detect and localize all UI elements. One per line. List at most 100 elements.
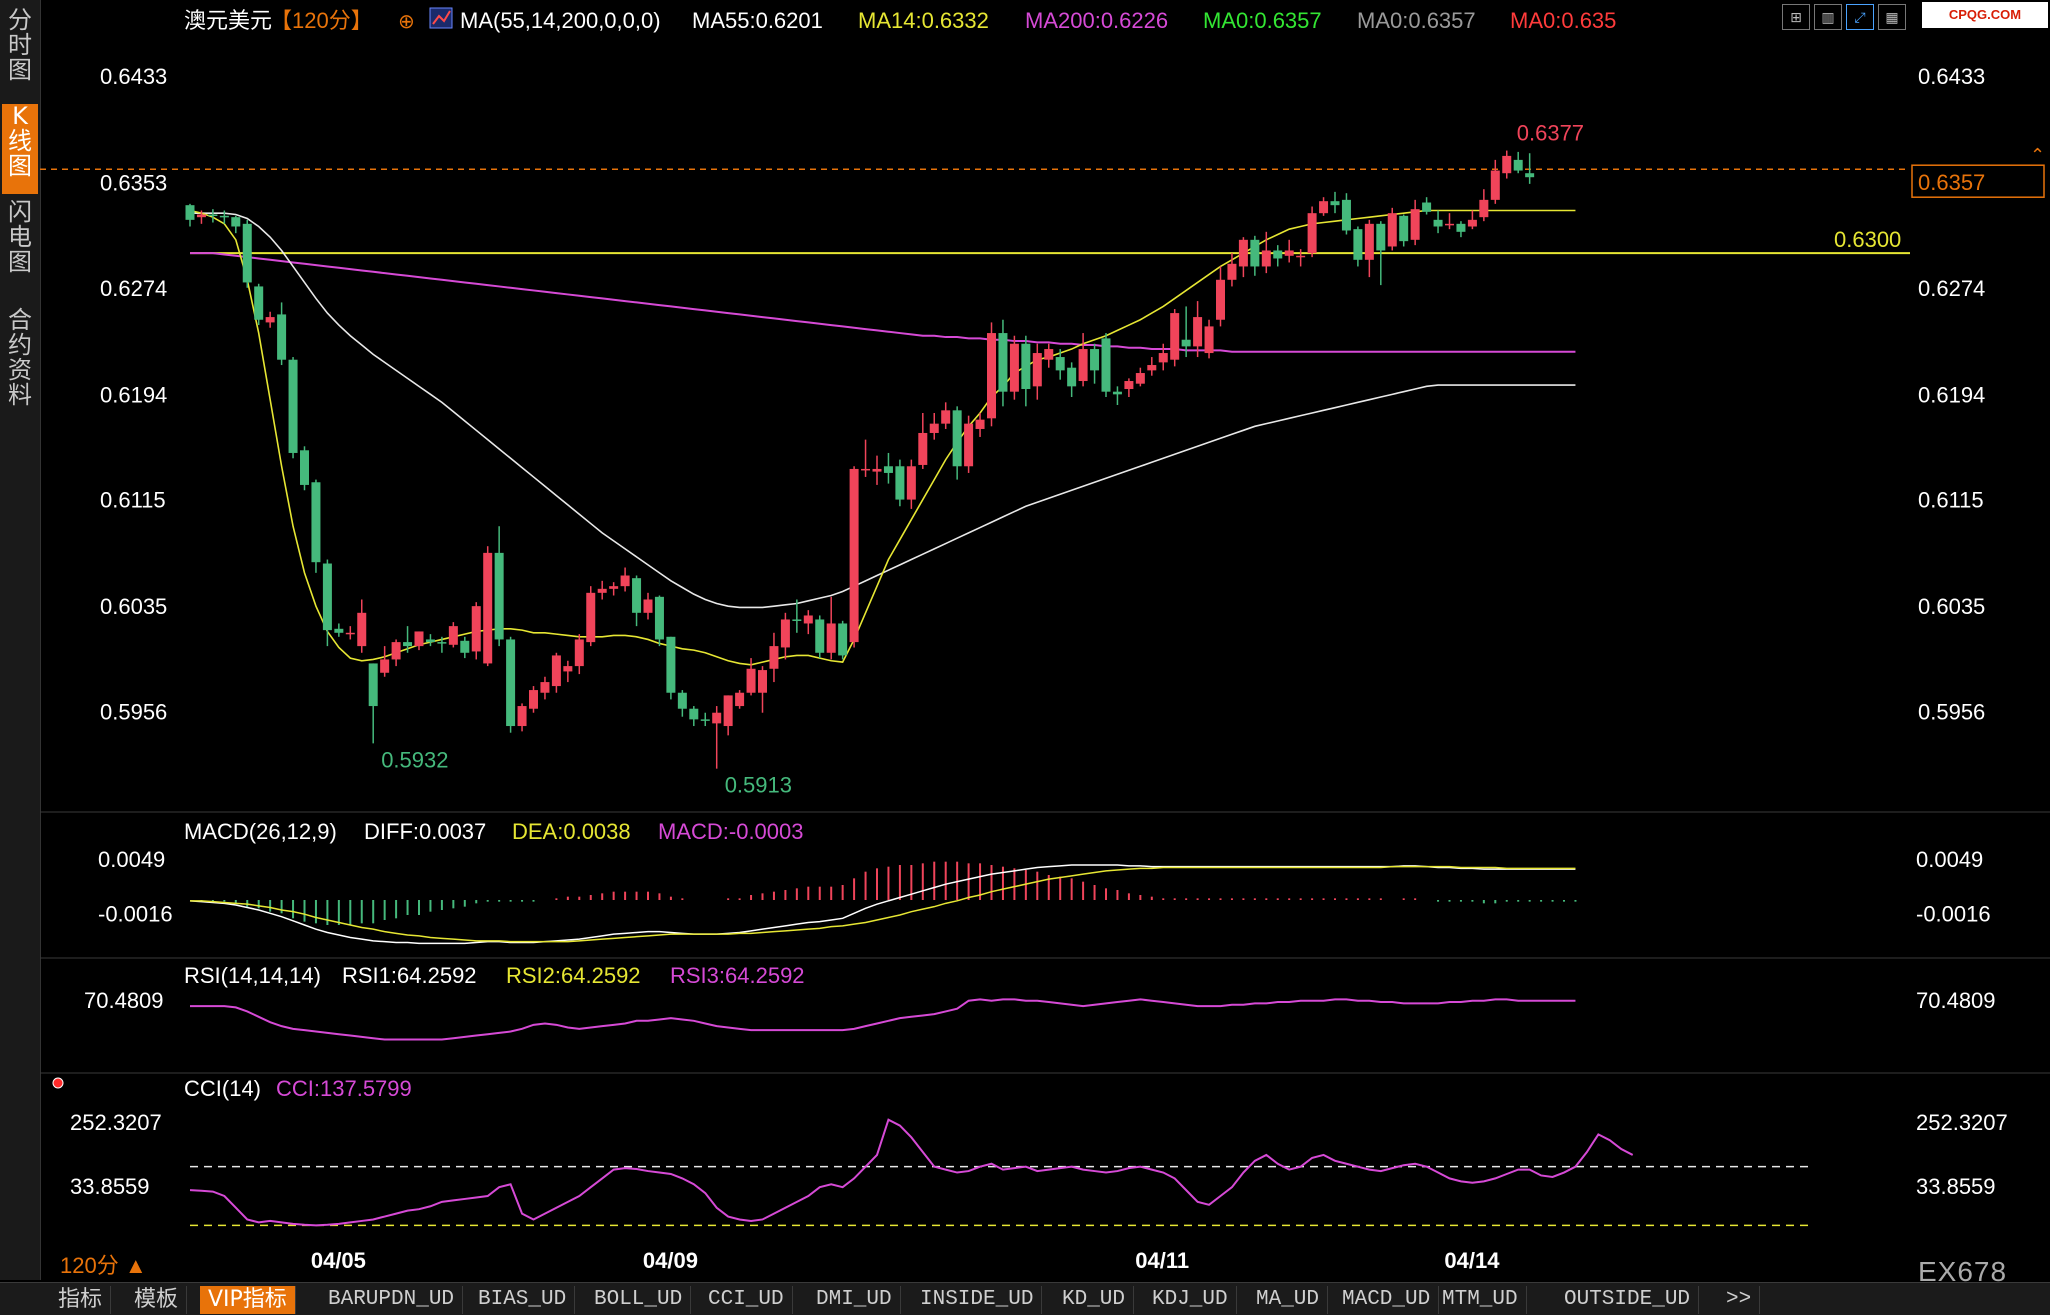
candle-body [1181,339,1191,347]
macd-hist-value: MACD:-0.0003 [658,819,804,844]
macd-tick-left: -0.0016 [98,901,173,926]
candle-body [1341,199,1351,231]
candle-body [288,359,298,453]
price-y-axis-right: 0.64330.63530.62740.61940.61150.60350.59… [1918,64,1985,724]
indicator-tab[interactable]: KDJ_UD [1144,1286,1237,1314]
macd-histogram [200,861,1577,925]
candle-body [391,642,401,660]
macd-y-axis-right: 0.0049 -0.0016 [1916,847,1991,926]
indicator-tab[interactable]: 指标 [50,1286,112,1314]
candle-body [1124,381,1134,390]
candle-body [654,596,664,640]
period-selector[interactable]: 120分 ▲ [60,1248,147,1280]
candle-body [1399,215,1409,242]
candle-body [185,205,195,220]
candle-body [483,552,493,664]
candle-body [1238,239,1248,267]
x-axis-label: 04/05 [311,1248,366,1273]
candle-body [906,466,916,500]
indicator-tab[interactable]: KD_UD [1054,1286,1135,1314]
candle-body [1055,357,1065,371]
scroll-up-icon[interactable]: ⌃ [2030,145,2045,165]
indicator-tab[interactable]: INSIDE_UD [912,1286,1043,1314]
candle-body [196,214,206,218]
indicator-tab[interactable]: OUTSIDE_UD [1556,1286,1700,1314]
candle-body [883,466,893,473]
candle-body [460,640,470,653]
price-y-axis-left: 0.6433 0.6353 0.6274 0.6194 0.6115 0.6035 0.59… [100,64,167,724]
candle-body [1284,250,1294,256]
candle-body [1250,239,1260,267]
indicator-tab[interactable]: DMI_UD [808,1286,901,1314]
alert-icon[interactable] [52,1077,64,1089]
candle-body [700,719,710,721]
indicator-tab[interactable]: BIAS_UD [470,1286,576,1314]
add-indicator-icon[interactable]: ⊕ [398,11,415,33]
price-tick-right: 0.5956 [1918,699,1985,724]
candle-body [597,588,607,593]
candle-body [849,468,859,643]
candle-body [677,692,687,709]
ma200-line [190,252,1576,353]
candle-body [517,706,527,727]
candle-body [1078,349,1088,382]
indicator-tab[interactable]: CCI_UD [700,1286,793,1314]
indicator-tab[interactable]: MA_UD [1248,1286,1329,1314]
rsi-y-axis-left: 70.4809 [84,988,164,1013]
candle-body [643,599,653,613]
hline-label: 0.6300 [1834,227,1901,252]
candle-body [929,423,939,433]
candle-body [586,592,596,643]
candle-body [242,223,252,283]
indicator-tab[interactable]: MACD_UD [1334,1286,1440,1314]
candle-body [494,552,504,640]
candle-body [425,639,435,643]
macd-title: MACD(26,12,9) [184,819,337,844]
candle-body [368,663,378,707]
price-tick-left: 0.6353 [100,171,167,196]
candle-body [1158,353,1168,363]
ma55-line [190,212,1576,609]
macd-dea-value: DEA:0.0038 [512,819,631,844]
x-axis-label: 04/14 [1444,1248,1500,1273]
macd-tick-right: -0.0016 [1916,901,1991,926]
ma0-value-c: MA0:0.635 [1510,8,1616,33]
ma55-value: MA55:0.6201 [692,8,823,33]
cci-value: CCI:137.5799 [276,1076,412,1101]
rsi-y-axis-right: 70.4809 [1916,988,1996,1013]
candle-body [620,575,630,587]
candle-body [918,432,928,465]
candle-body [1307,213,1317,254]
chart-canvas[interactable]: 澳元美元 【120分】 ⊕ MA(55,14,200,0,0,0) MA55:0… [0,0,2050,1282]
candle-body [322,563,332,631]
candle-body [1490,170,1500,200]
candle-body [1513,159,1523,171]
rsi-tick-left: 70.4809 [84,988,164,1013]
candle-body [861,468,871,471]
candle-body [563,666,573,672]
indicator-tab[interactable]: >> [1718,1286,1761,1314]
candle-body [1410,209,1420,240]
ma14-value: MA14:0.6332 [858,8,989,33]
ma0-value-b: MA0:0.6357 [1357,8,1476,33]
price-tick-right: 0.6115 [1918,488,1984,513]
candle-body [895,466,905,500]
candle-body [1445,223,1454,226]
indicator-tab[interactable]: 模板 [126,1286,188,1314]
candle-body [1021,343,1031,390]
macd-tick-left: 0.0049 [98,847,165,872]
candle-body [803,615,813,624]
indicator-tab[interactable]: VIP指标 [200,1286,296,1314]
candle-body [574,639,584,667]
candle-body [735,692,745,707]
indicator-tab[interactable]: BARUPDN_UD [320,1286,464,1314]
price-tick-right: 0.6274 [1918,276,1985,301]
indicator-tab-bar: 指标 模板 VIP指标 BARUPDN_UD BIAS_UD BOLL_UD CCI_UD D… [0,1282,2050,1315]
ma-params: MA(55,14,200,0,0,0) [460,8,661,33]
indicator-tab[interactable]: MTM_UD [1434,1286,1527,1314]
candle-body [1376,223,1386,251]
candle-body [1101,338,1111,392]
period-label[interactable]: 【120分】 [270,8,373,33]
indicator-tab[interactable]: BOLL_UD [586,1286,692,1314]
candle-body [1135,373,1145,384]
